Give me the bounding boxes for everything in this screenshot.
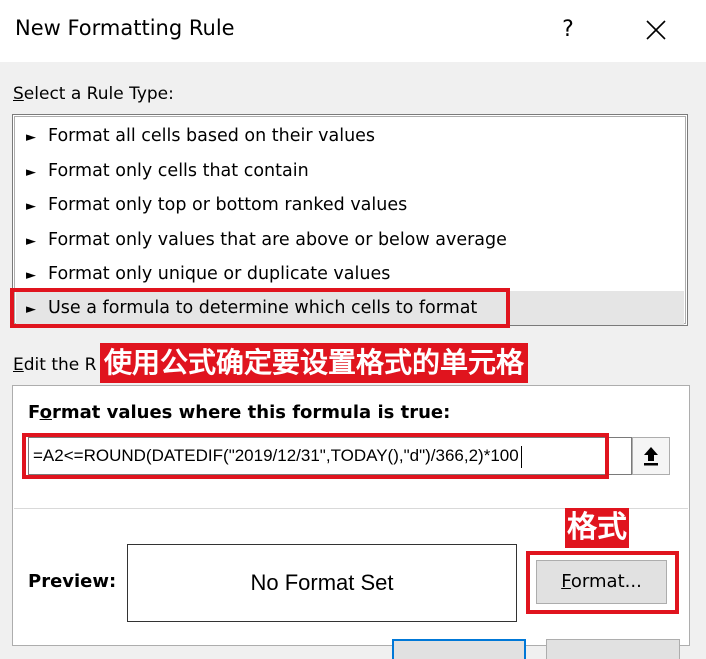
rule-type-item[interactable]: ► Format only unique or duplicate values xyxy=(16,257,684,291)
collapse-dialog-icon xyxy=(644,447,658,466)
title-bar: New Formatting Rule ? xyxy=(0,0,706,62)
annotation-banner-rule: 使用公式确定要设置格式的单元格 xyxy=(100,343,529,383)
format-button[interactable]: Format... xyxy=(536,560,667,604)
formula-label: Format values where this formula is true… xyxy=(28,402,451,423)
rule-type-item[interactable]: ► Format only top or bottom ranked values xyxy=(16,188,684,222)
arrow-bullet-icon: ► xyxy=(26,302,36,317)
preview-box: No Format Set xyxy=(127,544,517,622)
arrow-bullet-icon: ► xyxy=(26,234,36,249)
rule-type-item[interactable]: ► Format only cells that contain xyxy=(16,154,684,188)
dialog-title: New Formatting Rule xyxy=(15,16,235,40)
arrow-bullet-icon: ► xyxy=(26,199,36,214)
rule-type-item-selected[interactable]: ► Use a formula to determine which cells … xyxy=(16,291,684,325)
arrow-bullet-icon: ► xyxy=(26,268,36,283)
ok-button[interactable] xyxy=(392,639,526,659)
arrow-bullet-icon: ► xyxy=(26,130,36,145)
rule-type-list[interactable]: ► Format all cells based on their values … xyxy=(12,114,688,326)
help-button[interactable]: ? xyxy=(553,12,583,48)
formula-input[interactable]: =A2<=ROUND(DATEDIF("2019/12/31",TODAY(),… xyxy=(28,437,632,475)
cancel-button[interactable] xyxy=(546,639,680,659)
preview-label: Preview: xyxy=(28,571,117,592)
close-button[interactable] xyxy=(638,12,674,48)
rule-type-item[interactable]: ► Format only values that are above or be… xyxy=(16,223,684,257)
collapse-dialog-button[interactable] xyxy=(632,437,670,475)
rule-type-label: Select a Rule Type: xyxy=(13,84,174,104)
edit-rule-label: Edit the R xyxy=(13,355,97,375)
arrow-bullet-icon: ► xyxy=(26,165,36,180)
close-icon xyxy=(646,20,666,40)
text-caret xyxy=(520,445,522,468)
rule-type-item[interactable]: ► Format all cells based on their values xyxy=(16,119,684,153)
annotation-banner-format: 格式 xyxy=(565,508,629,548)
